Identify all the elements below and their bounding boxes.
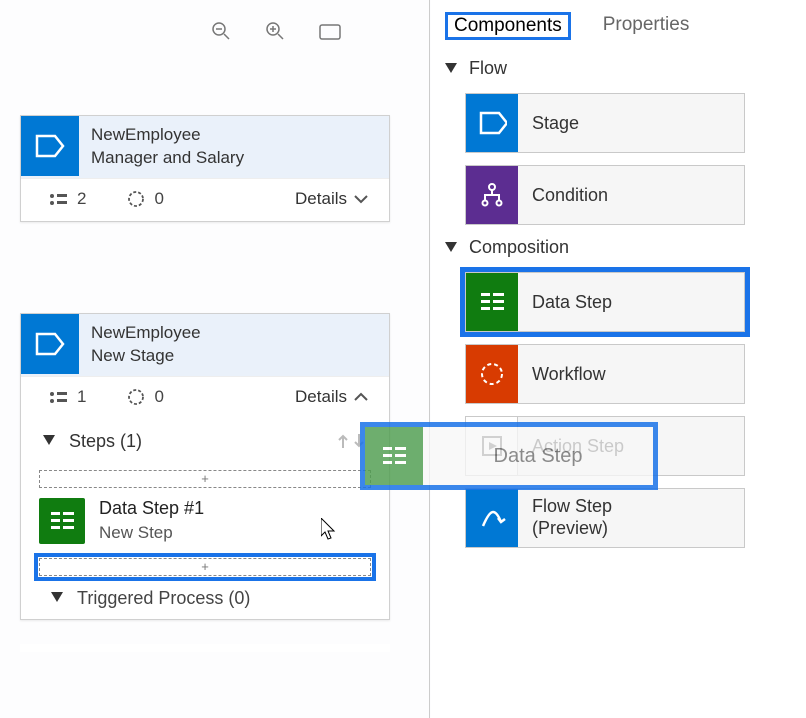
workflow-count: 0 — [126, 189, 163, 209]
dropzone-after[interactable]: + — [39, 558, 371, 576]
step-title: Data Step #1 — [99, 498, 204, 519]
workflow-count: 0 — [126, 387, 163, 407]
design-canvas[interactable]: NewEmployee Manager and Salary 2 0 Detai… — [0, 0, 430, 718]
list-icon — [47, 190, 69, 208]
workflow-icon — [126, 387, 146, 407]
panel-tabs: Components Properties — [445, 12, 790, 40]
stage-icon — [21, 116, 79, 176]
data-step-icon — [466, 273, 518, 331]
chevron-up-icon — [353, 390, 369, 404]
stage-stats: 1 0 Details — [21, 376, 389, 419]
stage-name: Manager and Salary — [91, 147, 244, 170]
condition-icon — [466, 166, 518, 224]
steps-count: 2 — [47, 189, 86, 209]
section-flow-label: Flow — [469, 58, 507, 79]
list-icon — [47, 388, 69, 406]
triangle-down-icon — [51, 592, 65, 604]
triangle-down-icon — [43, 435, 57, 447]
component-label: Flow Step (Preview) — [518, 489, 744, 547]
stage-name: New Stage — [91, 345, 201, 368]
section-flow-header[interactable]: Flow — [445, 58, 790, 79]
tab-components[interactable]: Components — [445, 12, 571, 40]
triggered-label: Triggered Process (0) — [77, 588, 250, 609]
stage-title: NewEmployee Manager and Salary — [79, 116, 256, 178]
dropzone-before[interactable]: + — [39, 470, 371, 488]
chevron-down-icon — [353, 192, 369, 206]
data-step-icon — [39, 498, 85, 544]
stage-header[interactable]: NewEmployee Manager and Salary — [21, 116, 389, 178]
component-flow-step[interactable]: Flow Step (Preview) — [465, 488, 745, 548]
zoom-out-icon[interactable] — [210, 20, 234, 44]
section-composition-label: Composition — [469, 237, 569, 258]
stage-icon — [466, 94, 518, 152]
data-step-icon — [365, 427, 423, 485]
component-label: Workflow — [518, 345, 744, 403]
section-composition-header[interactable]: Composition — [445, 237, 790, 258]
stage-stats: 2 0 Details — [21, 178, 389, 221]
component-data-step[interactable]: Data Step — [465, 272, 745, 332]
workflow-icon — [466, 345, 518, 403]
stage-icon — [21, 314, 79, 374]
details-toggle[interactable]: Details — [295, 387, 369, 407]
entity-name: NewEmployee — [91, 124, 244, 147]
tab-properties[interactable]: Properties — [601, 12, 692, 40]
cursor-icon — [321, 518, 337, 545]
drag-ghost-label: Data Step — [423, 445, 653, 468]
step-subtitle: New Step — [99, 523, 204, 543]
drag-ghost-data-step[interactable]: Data Step — [360, 422, 658, 490]
component-label: Condition — [518, 166, 744, 224]
component-stage[interactable]: Stage — [465, 93, 745, 153]
details-toggle[interactable]: Details — [295, 189, 369, 209]
component-label: Data Step — [518, 273, 744, 331]
stage-header[interactable]: NewEmployee New Stage — [21, 314, 389, 376]
triangle-down-icon — [445, 242, 459, 254]
fit-screen-icon[interactable] — [318, 21, 344, 43]
steps-count: 1 — [47, 387, 86, 407]
component-condition[interactable]: Condition — [465, 165, 745, 225]
workflow-icon — [126, 189, 146, 209]
triangle-down-icon — [445, 63, 459, 75]
properties-panel: Components Properties Flow Stage Conditi… — [431, 0, 806, 718]
arrow-up-icon — [337, 432, 351, 450]
component-workflow[interactable]: Workflow — [465, 344, 745, 404]
component-label: Stage — [518, 94, 744, 152]
flow-step-icon — [466, 489, 518, 547]
steps-section-header[interactable]: Steps (1) — [21, 419, 389, 464]
stage-title: NewEmployee New Stage — [79, 314, 213, 376]
canvas-toolbar — [210, 20, 344, 44]
stage-card[interactable]: NewEmployee Manager and Salary 2 0 Detai… — [20, 115, 390, 222]
steps-header-label: Steps (1) — [69, 431, 142, 452]
triggered-process-section[interactable]: Triggered Process (0) — [21, 582, 389, 619]
zoom-in-icon[interactable] — [264, 20, 288, 44]
stage-card[interactable]: NewEmployee New Stage 1 0 Details — [20, 313, 390, 620]
entity-name: NewEmployee — [91, 322, 201, 345]
